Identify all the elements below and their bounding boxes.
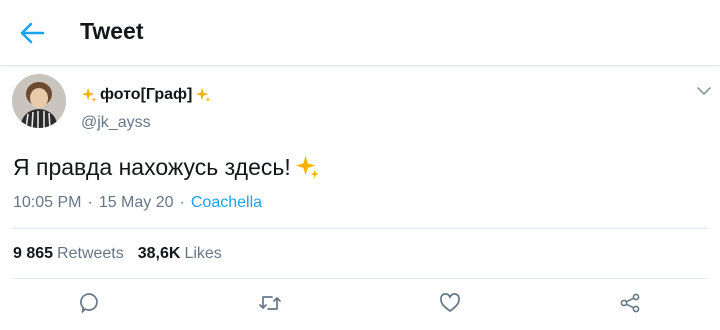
tweet-date: 15 May 20 [98, 194, 174, 211]
sparkles-emoji-icon [196, 87, 212, 103]
user-handle[interactable]: @jk_ayss [81, 114, 151, 132]
reply-icon [80, 293, 98, 313]
sparkles-emoji-icon [295, 155, 319, 179]
likes-count[interactable]: 38,6K [138, 245, 181, 263]
tweet-body: Я правда нахожусь здесь! [13, 153, 291, 180]
retweet-button[interactable] [255, 288, 285, 318]
tweet-time: 10:05 PM [13, 194, 82, 211]
display-name: фото[Граф] [100, 86, 193, 103]
retweets-count[interactable]: 9 865 [13, 245, 53, 263]
tweet-meta: 10:05 PM · 15 May 20 · Coachella [13, 194, 262, 212]
retweets-label[interactable]: Retweets [57, 245, 124, 263]
share-icon [620, 293, 640, 313]
likes-label[interactable]: Likes [184, 245, 221, 263]
app-header: Tweet [0, 0, 720, 66]
like-button[interactable] [435, 288, 465, 318]
reply-button[interactable] [75, 288, 105, 318]
like-icon [440, 293, 460, 312]
meta-separator: · [87, 194, 93, 211]
share-button[interactable] [615, 288, 645, 318]
retweet-icon [259, 296, 281, 310]
tweet-stats: 9 865 Retweets 38,6K Likes [13, 245, 236, 263]
divider [13, 228, 707, 229]
arrow-left-icon [20, 22, 45, 44]
author-name-row[interactable]: фото[Граф] [80, 84, 212, 106]
action-bar [0, 288, 720, 318]
tweet-text: Я правда нахожусь здесь! [13, 153, 321, 181]
divider [13, 278, 707, 279]
location-link[interactable]: Coachella [191, 194, 262, 212]
sparkles-emoji-icon [81, 87, 97, 103]
chevron-down-icon[interactable] [694, 84, 714, 98]
meta-separator: · [179, 194, 185, 211]
back-button[interactable] [14, 17, 50, 49]
page-title: Tweet [80, 18, 144, 44]
avatar[interactable] [12, 74, 66, 128]
